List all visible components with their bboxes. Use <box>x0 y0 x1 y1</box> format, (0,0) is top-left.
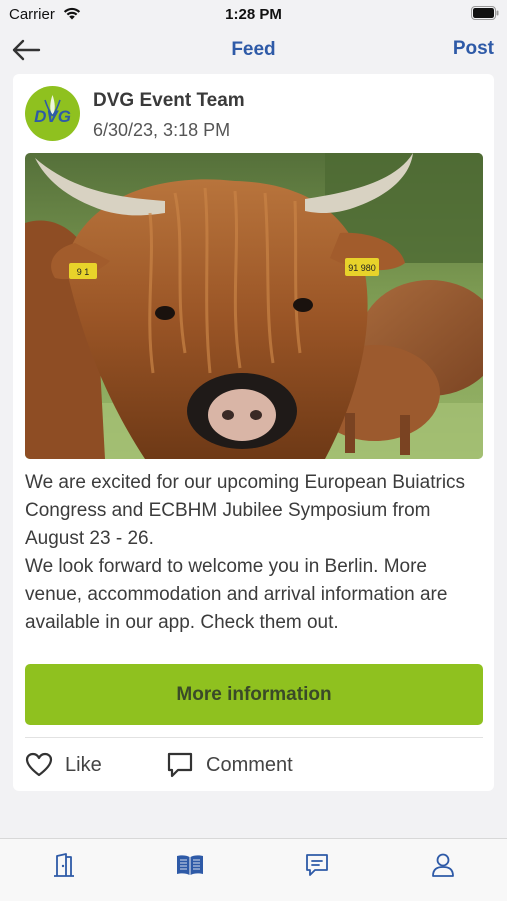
door-icon <box>54 853 74 877</box>
tab-feed[interactable] <box>170 849 210 881</box>
svg-text:DVG: DVG <box>34 107 71 126</box>
comment-icon <box>167 752 193 778</box>
tab-entry[interactable] <box>44 849 84 881</box>
highland-cow-photo: 9 1 91 980 <box>25 153 483 459</box>
feed-post-card: DVG DVG Event Team 6/30/23, 3:18 PM 9 1 … <box>13 74 494 791</box>
post-body: We are excited for our upcoming European… <box>25 469 483 637</box>
like-button[interactable]: Like <box>25 750 102 780</box>
tab-messages[interactable] <box>297 849 337 881</box>
status-time: 1:28 PM <box>225 6 282 23</box>
comment-label: Comment <box>206 753 293 776</box>
person-icon <box>432 853 454 877</box>
page-title: Feed <box>231 39 276 60</box>
comment-button[interactable]: Comment <box>166 750 293 780</box>
post-paragraph: We look forward to welcome you in Berlin… <box>25 556 448 633</box>
post-button[interactable]: Post <box>453 38 494 60</box>
svg-text:91 980: 91 980 <box>348 263 376 273</box>
heart-icon <box>25 752 53 777</box>
navigation-bar: Feed Post <box>0 28 507 72</box>
status-bar: Carrier 1:28 PM <box>0 0 507 28</box>
dvg-logo-icon: DVG <box>34 95 71 126</box>
avatar: DVG <box>25 86 80 141</box>
divider <box>25 737 483 738</box>
like-label: Like <box>65 753 102 776</box>
battery-icon <box>471 6 499 25</box>
tab-profile[interactable] <box>423 849 463 881</box>
more-information-button[interactable]: More information <box>25 664 483 725</box>
post-image[interactable]: 9 1 91 980 <box>25 153 483 459</box>
tab-bar <box>0 838 507 901</box>
post-timestamp: 6/30/23, 3:18 PM <box>93 120 231 140</box>
post-paragraph: We are excited for our upcoming European… <box>25 472 466 549</box>
author-name[interactable]: DVG Event Team <box>93 90 245 112</box>
chat-icon <box>306 854 328 876</box>
book-icon <box>177 855 203 875</box>
svg-text:9 1: 9 1 <box>77 267 90 277</box>
